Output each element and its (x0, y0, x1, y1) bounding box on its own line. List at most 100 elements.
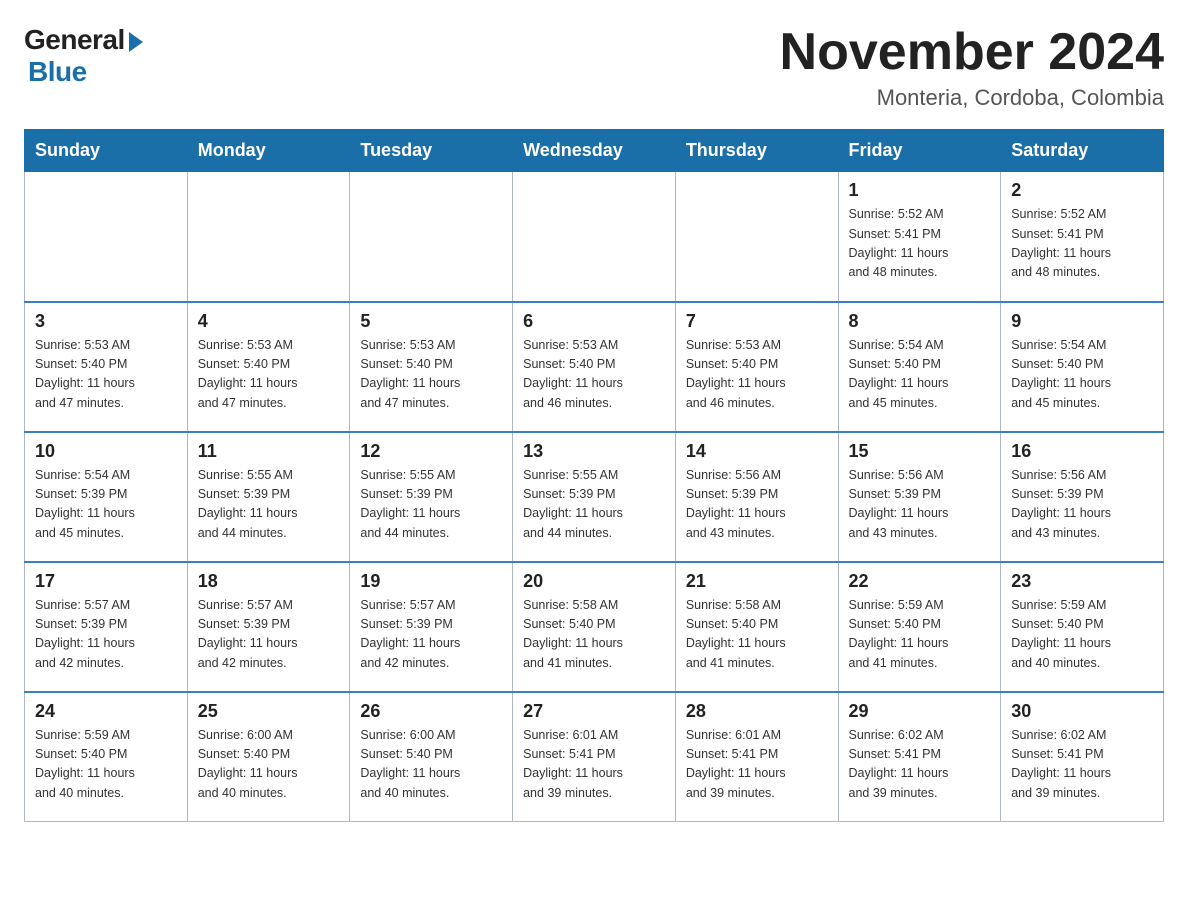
day-cell: 26 Sunrise: 6:00 AMSunset: 5:40 PMDayligh… (350, 692, 513, 822)
day-number: 10 (35, 441, 177, 462)
month-title: November 2024 (780, 24, 1164, 81)
day-number: 23 (1011, 571, 1153, 592)
day-number: 27 (523, 701, 665, 722)
week-row-2: 3 Sunrise: 5:53 AMSunset: 5:40 PMDaylight… (25, 302, 1164, 432)
day-cell: 20 Sunrise: 5:58 AMSunset: 5:40 PMDayligh… (513, 562, 676, 692)
day-cell: 23Sunrise: 5:59 AMSunset: 5:40 PMDayligh… (1001, 562, 1164, 692)
header-cell-sunday: Sunday (25, 130, 188, 172)
day-number: 16 (1011, 441, 1153, 462)
day-info: Sunrise: 6:00 AMSunset: 5:40 PMDaylight:… (360, 726, 502, 804)
logo: General Blue (24, 24, 143, 88)
day-number: 26 (360, 701, 502, 722)
day-cell: 17Sunrise: 5:57 AMSunset: 5:39 PMDayligh… (25, 562, 188, 692)
day-cell: 11Sunrise: 5:55 AMSunset: 5:39 PMDayligh… (187, 432, 350, 562)
day-cell: 3 Sunrise: 5:53 AMSunset: 5:40 PMDaylight… (25, 302, 188, 432)
day-number: 3 (35, 311, 177, 332)
day-number: 4 (198, 311, 340, 332)
day-cell: 9Sunrise: 5:54 AMSunset: 5:40 PMDaylight… (1001, 302, 1164, 432)
logo-arrow-icon (129, 32, 143, 52)
day-info: Sunrise: 6:02 AMSunset: 5:41 PMDaylight:… (849, 726, 991, 804)
calendar-table: SundayMondayTuesdayWednesdayThursdayFrid… (24, 129, 1164, 822)
header-cell-friday: Friday (838, 130, 1001, 172)
day-number: 12 (360, 441, 502, 462)
day-info: Sunrise: 5:57 AMSunset: 5:39 PMDaylight:… (198, 596, 340, 674)
day-info: Sunrise: 5:58 AMSunset: 5:40 PMDaylight:… (523, 596, 665, 674)
calendar-header: SundayMondayTuesdayWednesdayThursdayFrid… (25, 130, 1164, 172)
day-cell: 30 Sunrise: 6:02 AMSunset: 5:41 PMDayligh… (1001, 692, 1164, 822)
day-info: Sunrise: 5:56 AMSunset: 5:39 PMDaylight:… (849, 466, 991, 544)
day-number: 1 (849, 180, 991, 201)
day-info: Sunrise: 6:00 AMSunset: 5:40 PMDaylight:… (198, 726, 340, 804)
day-number: 15 (849, 441, 991, 462)
day-number: 11 (198, 441, 340, 462)
day-number: 24 (35, 701, 177, 722)
day-cell: 21Sunrise: 5:58 AMSunset: 5:40 PMDayligh… (675, 562, 838, 692)
day-info: Sunrise: 5:53 AMSunset: 5:40 PMDaylight:… (198, 336, 340, 414)
location-text: Monteria, Cordoba, Colombia (780, 85, 1164, 111)
logo-general-text: General (24, 24, 125, 56)
day-cell: 2Sunrise: 5:52 AMSunset: 5:41 PMDaylight… (1001, 172, 1164, 302)
day-info: Sunrise: 5:54 AMSunset: 5:40 PMDaylight:… (849, 336, 991, 414)
day-number: 13 (523, 441, 665, 462)
day-cell: 27 Sunrise: 6:01 AMSunset: 5:41 PMDayligh… (513, 692, 676, 822)
week-row-1: 1 Sunrise: 5:52 AMSunset: 5:41 PMDaylight… (25, 172, 1164, 302)
header-cell-monday: Monday (187, 130, 350, 172)
day-cell: 14 Sunrise: 5:56 AMSunset: 5:39 PMDayligh… (675, 432, 838, 562)
day-cell (513, 172, 676, 302)
day-number: 21 (686, 571, 828, 592)
day-cell: 25 Sunrise: 6:00 AMSunset: 5:40 PMDayligh… (187, 692, 350, 822)
day-cell: 8Sunrise: 5:54 AMSunset: 5:40 PMDaylight… (838, 302, 1001, 432)
day-info: Sunrise: 5:59 AMSunset: 5:40 PMDaylight:… (849, 596, 991, 674)
day-cell (675, 172, 838, 302)
day-info: Sunrise: 5:53 AMSunset: 5:40 PMDaylight:… (686, 336, 828, 414)
day-number: 30 (1011, 701, 1153, 722)
day-number: 5 (360, 311, 502, 332)
day-cell (350, 172, 513, 302)
day-cell (25, 172, 188, 302)
day-number: 14 (686, 441, 828, 462)
day-number: 28 (686, 701, 828, 722)
day-info: Sunrise: 5:59 AMSunset: 5:40 PMDaylight:… (35, 726, 177, 804)
day-info: Sunrise: 5:54 AMSunset: 5:39 PMDaylight:… (35, 466, 177, 544)
day-number: 20 (523, 571, 665, 592)
calendar-body: 1 Sunrise: 5:52 AMSunset: 5:41 PMDaylight… (25, 172, 1164, 822)
day-info: Sunrise: 5:57 AMSunset: 5:39 PMDaylight:… (35, 596, 177, 674)
day-info: Sunrise: 5:56 AMSunset: 5:39 PMDaylight:… (1011, 466, 1153, 544)
day-cell: 5 Sunrise: 5:53 AMSunset: 5:40 PMDaylight… (350, 302, 513, 432)
day-cell: 10 Sunrise: 5:54 AMSunset: 5:39 PMDayligh… (25, 432, 188, 562)
day-info: Sunrise: 5:53 AMSunset: 5:40 PMDaylight:… (360, 336, 502, 414)
header-cell-tuesday: Tuesday (350, 130, 513, 172)
day-cell: 6Sunrise: 5:53 AMSunset: 5:40 PMDaylight… (513, 302, 676, 432)
week-row-4: 17Sunrise: 5:57 AMSunset: 5:39 PMDayligh… (25, 562, 1164, 692)
page-header: General Blue November 2024 Monteria, Cor… (24, 24, 1164, 111)
day-info: Sunrise: 5:52 AMSunset: 5:41 PMDaylight:… (1011, 205, 1153, 283)
day-cell: 28 Sunrise: 6:01 AMSunset: 5:41 PMDayligh… (675, 692, 838, 822)
day-number: 7 (686, 311, 828, 332)
day-info: Sunrise: 5:53 AMSunset: 5:40 PMDaylight:… (35, 336, 177, 414)
day-info: Sunrise: 6:01 AMSunset: 5:41 PMDaylight:… (523, 726, 665, 804)
day-number: 19 (360, 571, 502, 592)
day-cell: 7 Sunrise: 5:53 AMSunset: 5:40 PMDaylight… (675, 302, 838, 432)
week-row-3: 10 Sunrise: 5:54 AMSunset: 5:39 PMDayligh… (25, 432, 1164, 562)
day-info: Sunrise: 6:01 AMSunset: 5:41 PMDaylight:… (686, 726, 828, 804)
logo-blue-text: Blue (28, 56, 87, 88)
title-block: November 2024 Monteria, Cordoba, Colombi… (780, 24, 1164, 111)
day-number: 25 (198, 701, 340, 722)
day-info: Sunrise: 5:54 AMSunset: 5:40 PMDaylight:… (1011, 336, 1153, 414)
day-cell: 29Sunrise: 6:02 AMSunset: 5:41 PMDayligh… (838, 692, 1001, 822)
day-info: Sunrise: 5:53 AMSunset: 5:40 PMDaylight:… (523, 336, 665, 414)
day-cell: 18Sunrise: 5:57 AMSunset: 5:39 PMDayligh… (187, 562, 350, 692)
day-info: Sunrise: 5:55 AMSunset: 5:39 PMDaylight:… (360, 466, 502, 544)
day-cell: 16 Sunrise: 5:56 AMSunset: 5:39 PMDayligh… (1001, 432, 1164, 562)
day-cell: 15 Sunrise: 5:56 AMSunset: 5:39 PMDayligh… (838, 432, 1001, 562)
day-number: 22 (849, 571, 991, 592)
header-cell-thursday: Thursday (675, 130, 838, 172)
header-cell-wednesday: Wednesday (513, 130, 676, 172)
day-cell: 12 Sunrise: 5:55 AMSunset: 5:39 PMDayligh… (350, 432, 513, 562)
day-info: Sunrise: 6:02 AMSunset: 5:41 PMDaylight:… (1011, 726, 1153, 804)
header-cell-saturday: Saturday (1001, 130, 1164, 172)
day-cell: 4 Sunrise: 5:53 AMSunset: 5:40 PMDaylight… (187, 302, 350, 432)
day-info: Sunrise: 5:56 AMSunset: 5:39 PMDaylight:… (686, 466, 828, 544)
day-info: Sunrise: 5:57 AMSunset: 5:39 PMDaylight:… (360, 596, 502, 674)
day-cell: 1Sunrise: 5:52 AMSunset: 5:41 PMDaylight… (838, 172, 1001, 302)
